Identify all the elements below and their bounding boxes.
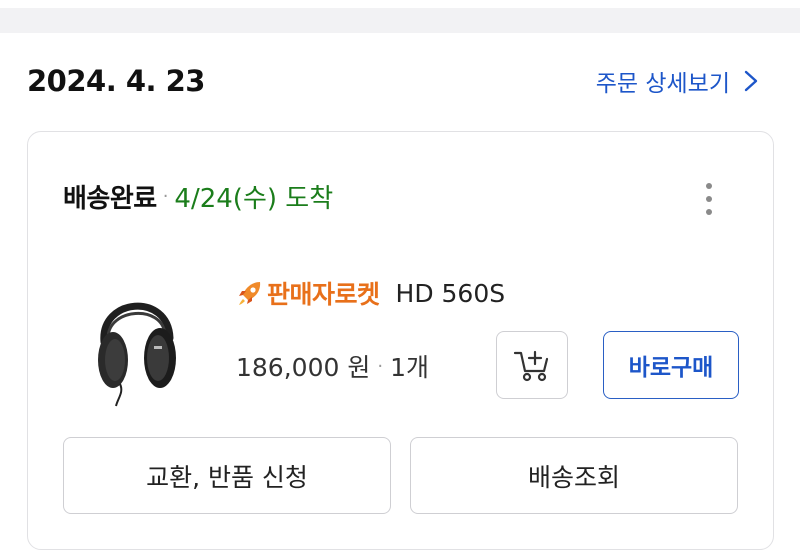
arrival-date: 4/24(수) 도착 [174, 184, 334, 214]
more-vertical-icon-dot [706, 196, 712, 202]
price-row: 186,000 원 · 1개 [236, 348, 429, 384]
product-quantity: 1개 [390, 353, 429, 382]
status-separator: · [162, 186, 169, 207]
price-separator: · [377, 355, 384, 377]
order-header: 2024. 4. 23 주문 상세보기 [0, 33, 800, 131]
more-menu-button[interactable] [696, 180, 722, 218]
product-title-row: 판매자로켓 HD 560S [236, 275, 505, 311]
chevron-right-icon [744, 70, 758, 92]
delivery-tracking-button[interactable]: 배송조회 [410, 437, 738, 514]
more-vertical-icon-dot [706, 209, 712, 215]
delivery-status: 배송완료 · 4/24(수) 도착 [63, 178, 333, 215]
order-card: 배송완료 · 4/24(수) 도착 판매자로켓 HD 560S 186,000 … [27, 131, 774, 550]
order-date: 2024. 4. 23 [27, 64, 205, 98]
more-vertical-icon-dot [706, 183, 712, 189]
buy-now-button[interactable]: 바로구매 [603, 331, 739, 399]
rocket-icon [239, 282, 261, 305]
order-detail-label: 주문 상세보기 [595, 71, 730, 97]
order-detail-link[interactable]: 주문 상세보기 [596, 64, 758, 98]
add-to-cart-icon [513, 350, 549, 382]
seller-rocket-label: 판매자로켓 [267, 280, 380, 309]
top-background-strip [0, 0, 800, 33]
status-label: 배송완료 [63, 184, 157, 214]
product-price: 186,000 원 [236, 353, 371, 382]
seller-rocket-badge: 판매자로켓 [236, 275, 380, 311]
exchange-return-button[interactable]: 교환, 반품 신청 [63, 437, 391, 514]
add-to-cart-button[interactable] [496, 331, 568, 399]
product-name[interactable]: HD 560S [396, 279, 506, 308]
product-image[interactable] [90, 280, 180, 408]
